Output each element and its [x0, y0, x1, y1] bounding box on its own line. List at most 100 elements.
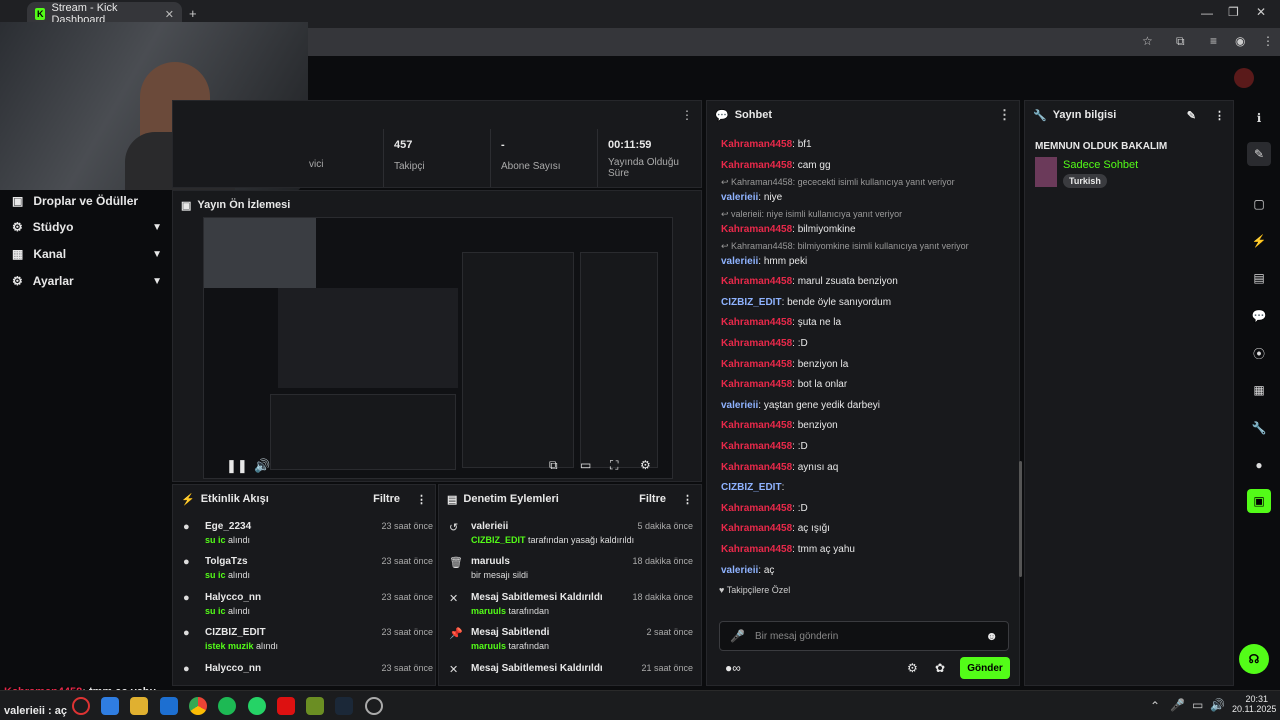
edit-pencil-icon[interactable]: ✎ — [1187, 109, 1196, 122]
preview-nested-info — [580, 252, 658, 468]
chat-username[interactable]: Kahraman4458 — [721, 503, 792, 514]
chat-text: : — [781, 482, 785, 494]
chat-username[interactable]: Kahraman4458 — [721, 359, 792, 370]
steam-icon[interactable] — [335, 697, 353, 715]
chat-username[interactable]: Kahraman4458 — [721, 160, 792, 171]
user-avatar[interactable] — [1234, 68, 1254, 88]
reply-indicator: ↩ valerieii: niye isimli kullanıcıya yan… — [721, 208, 903, 219]
chat-username[interactable]: Kahraman4458 — [721, 441, 792, 452]
display-icon[interactable]: ▭ — [1192, 698, 1203, 712]
chat-settings-icon[interactable]: ⚙ — [907, 661, 918, 675]
moderation-filter-button[interactable]: Filtre — [639, 493, 666, 505]
chat-panel: 💬 Sohbet ⋮ Kahraman4458: bf1 Kahraman4458: … — [706, 100, 1022, 715]
emote-picker-icon[interactable]: ✿ — [935, 661, 945, 675]
app-icon[interactable] — [160, 697, 178, 715]
chat-text: : marul zsuata benziyon — [792, 276, 898, 288]
sidebar-item-droplar[interactable]: ▣ Droplar ve Ödüller — [12, 194, 162, 208]
new-tab-button[interactable]: + — [189, 6, 197, 21]
pip-icon[interactable]: ⧉ — [549, 458, 558, 473]
chat-username[interactable]: valerieii — [721, 256, 758, 267]
tray-chevron-icon[interactable]: ⌃ — [1150, 699, 1160, 713]
chat-username[interactable]: Kahraman4458 — [721, 462, 792, 473]
microphone-icon[interactable]: 🎤 — [730, 629, 745, 643]
stats-menu-icon[interactable]: ⋮ — [681, 108, 693, 122]
sidebar-item-studyo[interactable]: ⚙ Stüdyo ▼ — [12, 220, 162, 234]
followers-only-label: ♥ Takipçilere Özel — [719, 585, 791, 595]
recording-icon[interactable] — [72, 697, 90, 715]
chat-username[interactable]: Kahraman4458 — [721, 338, 792, 349]
fullscreen-icon[interactable]: ⛶ — [610, 458, 618, 473]
file-explorer-icon[interactable] — [130, 697, 148, 715]
chat-menu-icon[interactable]: ⋮ — [998, 107, 1011, 123]
microphone-tray-icon[interactable]: 🎤 — [1170, 698, 1185, 712]
media-icon[interactable]: ≡ — [1210, 34, 1217, 48]
extension-icon[interactable]: ▣ — [1247, 489, 1271, 513]
moderation-menu-icon[interactable]: ⋮ — [682, 493, 693, 506]
sidebar-item-ayarlar[interactable]: ⚙ Ayarlar ▼ — [12, 274, 162, 288]
chat-username[interactable]: Kahraman4458 — [721, 523, 792, 534]
chat-message: ↩ valerieii: niye isimli kullanıcıya yan… — [721, 208, 902, 221]
speaker-icon[interactable]: 🔊 — [1210, 698, 1225, 712]
chat-username[interactable]: Kahraman4458 — [721, 420, 792, 431]
extensions-icon[interactable]: ⧉ — [1176, 34, 1185, 49]
layout-icon[interactable]: ▦ — [1247, 378, 1271, 402]
category-link[interactable]: Sadece Sohbet — [1063, 159, 1138, 171]
chat-username[interactable]: Kahraman4458 — [721, 139, 792, 150]
chat-text: : aynısı aq — [792, 461, 839, 473]
chat-username[interactable]: valerieii — [721, 565, 758, 576]
event-filter-button[interactable]: Filtre — [373, 493, 400, 505]
unpin-icon: ✕ — [449, 593, 459, 605]
points-icon[interactable]: ● — [1247, 453, 1271, 477]
chat-username[interactable]: Kahraman4458 — [721, 224, 792, 235]
netflix-icon[interactable] — [277, 697, 295, 715]
chat-icon[interactable]: 💬 — [1247, 304, 1271, 328]
info-menu-icon[interactable]: ⋮ — [1214, 109, 1225, 122]
settings-gear-icon: ⚙ — [12, 274, 23, 288]
support-headset-icon[interactable]: ☊ — [1239, 644, 1269, 674]
minimize-icon[interactable]: — — [1201, 6, 1213, 20]
whatsapp-icon[interactable] — [248, 697, 266, 715]
broadcast-icon[interactable]: ⦿ — [1247, 341, 1271, 365]
wrench-icon[interactable]: 🔧 — [1247, 416, 1271, 440]
preview-nested-video — [278, 288, 458, 388]
chat-username[interactable]: valerieii — [721, 400, 758, 411]
chat-username[interactable]: Kahraman4458 — [721, 317, 792, 328]
pencil-icon[interactable]: ✎ — [1247, 142, 1271, 166]
bolt-icon[interactable]: ⚡ — [1247, 229, 1271, 253]
volume-icon[interactable]: 🔊 — [254, 458, 270, 474]
bookmark-star-icon[interactable]: ☆ — [1142, 34, 1153, 48]
chat-username[interactable]: Kahraman4458 — [721, 544, 792, 555]
chat-username[interactable]: Kahraman4458 — [721, 276, 792, 287]
chat-scrollbar[interactable] — [1019, 461, 1022, 577]
close-window-icon[interactable]: ✕ — [1256, 5, 1266, 19]
chat-username[interactable]: valerieii — [721, 192, 758, 203]
chat-username[interactable]: CIZBIZ_EDIT — [721, 297, 782, 308]
chrome-icon[interactable] — [189, 697, 207, 715]
chat-input[interactable]: 🎤 Bir mesaj gönderin ☻ — [719, 621, 1009, 651]
theater-icon[interactable]: ▭ — [580, 458, 591, 472]
pause-icon[interactable]: ❚❚ — [226, 458, 248, 474]
kick-points-icon[interactable]: ●∞ — [725, 661, 741, 675]
app-icon[interactable] — [306, 697, 324, 715]
event-menu-icon[interactable]: ⋮ — [416, 493, 427, 506]
sidebar-item-kanal[interactable]: ▦ Kanal ▼ — [12, 247, 162, 261]
emoji-icon[interactable]: ☻ — [985, 629, 998, 643]
settings-icon[interactable]: ⚙ — [640, 458, 651, 472]
preview-icon[interactable]: ▢ — [1247, 192, 1271, 216]
maximize-icon[interactable]: ❐ — [1228, 5, 1239, 19]
close-tab-icon[interactable]: ✕ — [165, 8, 174, 21]
app-icon[interactable] — [101, 697, 119, 715]
preview-video[interactable]: ❚❚ 🔊 ⧉ ▭ ⛶ ⚙ — [203, 217, 673, 479]
spotify-icon[interactable] — [218, 697, 236, 715]
info-icon[interactable]: ℹ — [1247, 106, 1271, 130]
chat-username[interactable]: Kahraman4458 — [721, 379, 792, 390]
document-icon[interactable]: ▤ — [1247, 266, 1271, 290]
obs-icon[interactable] — [365, 697, 383, 715]
profile-icon[interactable]: ◉ — [1235, 34, 1245, 48]
video-icon: ▣ — [181, 199, 192, 212]
send-button[interactable]: Gönder — [960, 657, 1010, 679]
chevron-down-icon: ▼ — [152, 248, 162, 260]
chat-username[interactable]: CIZBIZ_EDIT — [721, 482, 782, 493]
clock[interactable]: 20:31 20.11.2025 — [1232, 694, 1276, 714]
menu-icon[interactable]: ⋮ — [1262, 34, 1274, 48]
